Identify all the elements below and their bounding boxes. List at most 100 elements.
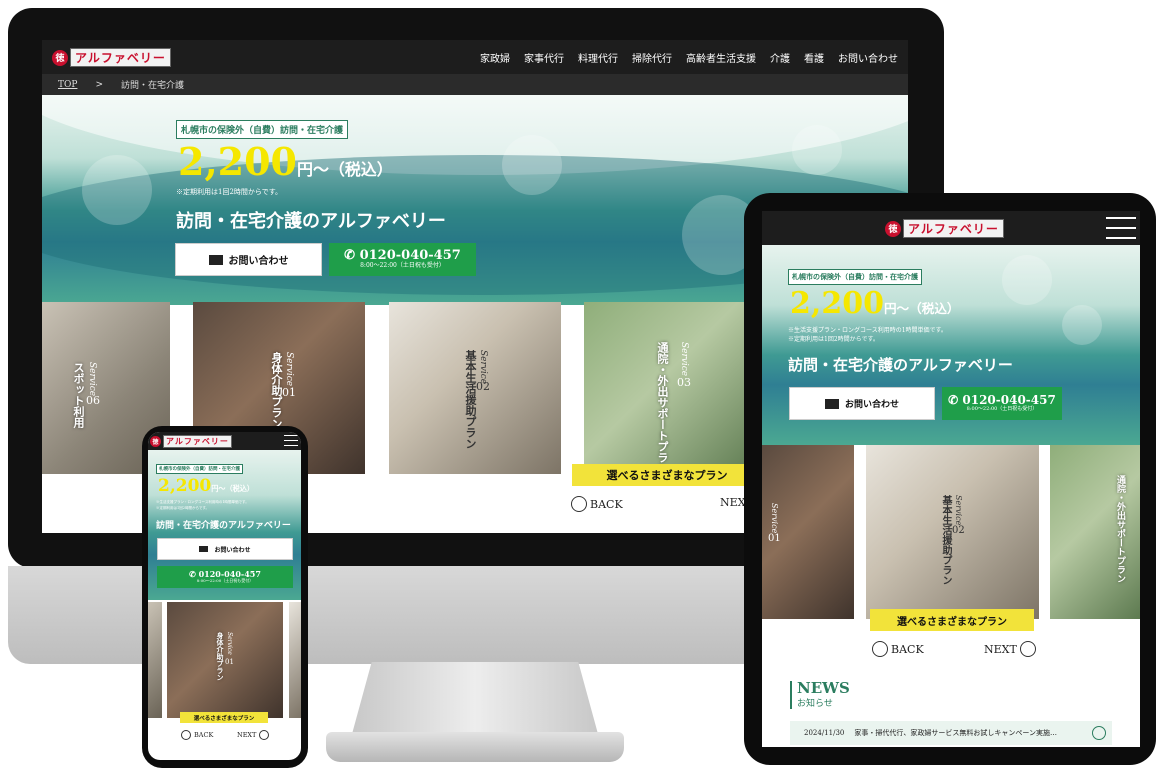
desktop-nav-menu: 家政婦 家事代行 料理代行 掃除代行 高齢者生活支援 介護 看護 お問い合わせ [480, 40, 898, 74]
nav-item-ryori-daiko[interactable]: 料理代行 [578, 50, 618, 65]
hero-price: 2,200円〜（税込） [178, 143, 393, 181]
tablet-price-suffix: 円〜（税込） [883, 301, 960, 316]
breadcrumb-separator: > [95, 79, 103, 90]
tablet-tel-hours: 8:00〜22:00（土日祝も受付） [966, 406, 1038, 413]
service-en: Service [226, 632, 233, 655]
news-item[interactable]: 2024/11/30 家事・掃代代行、家政婦サービス無料お試しキャンペーン実施… [790, 721, 1112, 745]
phone-service-card-prev[interactable] [148, 602, 162, 718]
tel-button[interactable]: ✆ 0120-040-457 8:00〜22:00（土日祝も受付） [329, 243, 476, 276]
nav-item-contact[interactable]: お問い合わせ [838, 50, 898, 65]
phone-headline: 訪問・在宅介護のアルファベリー [156, 521, 291, 531]
phone-contact-button[interactable]: お問い合わせ [157, 538, 293, 560]
nav-item-koreisha[interactable]: 高齢者生活支援 [686, 50, 756, 65]
tablet-note-min: ※定期利用は1回2時間からです。 [788, 336, 879, 343]
phone-service-card-next[interactable] [289, 602, 301, 718]
hero-tag: 札幌市の保険外（自費）訪問・在宅介護 [176, 120, 349, 139]
news-arrow-icon [1092, 726, 1106, 740]
service-card-life-support[interactable]: 基本生活援助プラン Service 02 [389, 302, 561, 474]
news-heading: NEWS お知らせ [790, 681, 850, 709]
phone-screen: 徳 アルファベリー 札幌市の保険外（自費）訪問・在宅介護 2,200円〜（税込）… [148, 432, 301, 760]
phone-tel-button[interactable]: ✆ 0120-040-457 8:00〜22:00（土日祝も受付） [157, 566, 293, 588]
tablet-next-label: NEXT [984, 642, 1017, 656]
phone-hero-tag: 札幌市の保険外（自費）訪問・在宅介護 [156, 464, 243, 474]
tablet-screen: 徳 アルファベリー 札幌市の保険外（自費）訪問・在宅介護 2,200円〜（税込）… [762, 211, 1140, 747]
service-no-03: 03 [677, 376, 691, 389]
next-arrow-icon [1019, 641, 1036, 657]
service-no-01: 01 [225, 658, 234, 666]
phone-service-card-01[interactable]: 身体介助プラン Service 01 [167, 602, 283, 718]
nav-item-kango[interactable]: 看護 [804, 50, 824, 65]
logo-text: アルファベリー [163, 435, 232, 448]
back-button[interactable]: BACK [571, 496, 623, 512]
service-en: Service [87, 362, 97, 397]
mail-icon [824, 398, 839, 409]
service-no-06: 06 [86, 394, 100, 407]
hero-bubble [1002, 255, 1052, 305]
tablet-next-button[interactable]: NEXT [984, 641, 1036, 657]
tablet-menu-icon[interactable] [1106, 217, 1136, 239]
tablet-hero-tag: 札幌市の保険外（自費）訪問・在宅介護 [788, 269, 922, 285]
breadcrumb-top-link[interactable]: TOP [58, 80, 77, 90]
contact-button[interactable]: お問い合わせ [175, 243, 322, 276]
service-label-body-care: 身体介助プラン [216, 632, 225, 681]
phone-menu-icon[interactable] [284, 435, 298, 446]
tablet-back-button[interactable]: BACK [872, 641, 924, 657]
hero-note-min: ※定期利用は1回2時間からです。 [176, 188, 282, 196]
phone-hero: 札幌市の保険外（自費）訪問・在宅介護 2,200円〜（税込） ※生活支援プラン・… [148, 450, 301, 600]
service-en: Service [770, 503, 779, 534]
service-label-outing: 通院・外出サポートプラン [656, 342, 669, 474]
logo-text: アルファベリー [70, 48, 171, 67]
tablet-contact-button[interactable]: お問い合わせ [789, 387, 935, 420]
nav-item-soji-daiko[interactable]: 掃除代行 [632, 50, 672, 65]
tablet-header: 徳 アルファベリー [762, 211, 1140, 245]
tablet-service-card-01[interactable]: Service 01 [762, 445, 854, 619]
tel-hours: 8:00〜22:00（土日祝も受付） [360, 262, 445, 270]
back-arrow-icon [181, 730, 191, 740]
hero-price-suffix: 円〜（税込） [297, 160, 393, 179]
phone-back-button[interactable]: BACK [181, 730, 213, 740]
site-logo[interactable]: 徳 アルファベリー [52, 48, 171, 67]
nav-item-kaji-daiko[interactable]: 家事代行 [524, 50, 564, 65]
hero-headline: 訪問・在宅介護のアルファベリー [176, 211, 446, 232]
phone-plan-band: 選べるさまざまなプラン [180, 712, 268, 723]
nav-item-kaseifu[interactable]: 家政婦 [480, 50, 510, 65]
tablet-logo[interactable]: 徳 アルファベリー [885, 219, 1004, 238]
phone-next-button[interactable]: NEXT [237, 730, 270, 740]
phone-next-label: NEXT [237, 731, 257, 739]
tablet-service-card-03[interactable]: 通院・外出サポートプラン [1050, 445, 1140, 619]
logo-text: アルファベリー [903, 219, 1004, 238]
mail-icon [208, 254, 223, 265]
phone-price-suffix: 円〜（税込） [211, 484, 254, 493]
tablet-back-label: BACK [891, 642, 924, 656]
phone-note-min: ※定期利用は1回2時間からです。 [156, 506, 209, 510]
phone-hero-price: 2,200円〜（税込） [158, 478, 254, 495]
back-arrow-icon [571, 496, 587, 512]
service-card-outing[interactable]: 通院・外出サポートプラン Service 03 [584, 302, 756, 474]
service-label-outing: 通院・外出サポートプラン [1115, 475, 1125, 583]
hero-bubble [792, 125, 842, 175]
breadcrumb-current: 訪問・在宅介護 [120, 81, 184, 91]
tablet-tel-button[interactable]: ✆ 0120-040-457 8:00〜22:00（土日祝も受付） [942, 387, 1062, 420]
service-no-02: 02 [952, 525, 965, 536]
tablet-service-card-02[interactable]: 基本生活援助プラン Service 02 [866, 445, 1039, 619]
tablet-hero-price: 2,200円〜（税込） [790, 289, 960, 319]
hero-bubble [502, 135, 562, 195]
tablet-note-plan: ※生活支援プラン・ロングコース利用時の1時間単価です。 [788, 327, 947, 334]
service-no-01: 01 [282, 386, 296, 399]
plan-band: 選べるさまざまなプラン [572, 464, 762, 486]
service-label-life-support: 基本生活援助プラン [464, 350, 477, 449]
news-subtitle: お知らせ [797, 699, 833, 709]
service-en: Service [478, 350, 488, 385]
tablet-plan-band: 選べるさまざまなプラン [870, 609, 1034, 631]
nav-item-kaigo[interactable]: 介護 [770, 50, 790, 65]
phone-tel-hours: 8:00〜22:00（土日祝も受付） [196, 578, 254, 584]
phone-back-label: BACK [194, 731, 214, 739]
news-title: NEWS [797, 679, 850, 697]
hero-price-value: 2,200 [178, 139, 297, 184]
phone-logo[interactable]: 徳 アルファベリー [150, 435, 232, 448]
service-label-life-support: 基本生活援助プラン [940, 495, 951, 585]
back-arrow-icon [872, 641, 888, 657]
back-label: BACK [590, 497, 623, 511]
service-en: Service [679, 342, 689, 377]
mail-icon [199, 546, 209, 552]
